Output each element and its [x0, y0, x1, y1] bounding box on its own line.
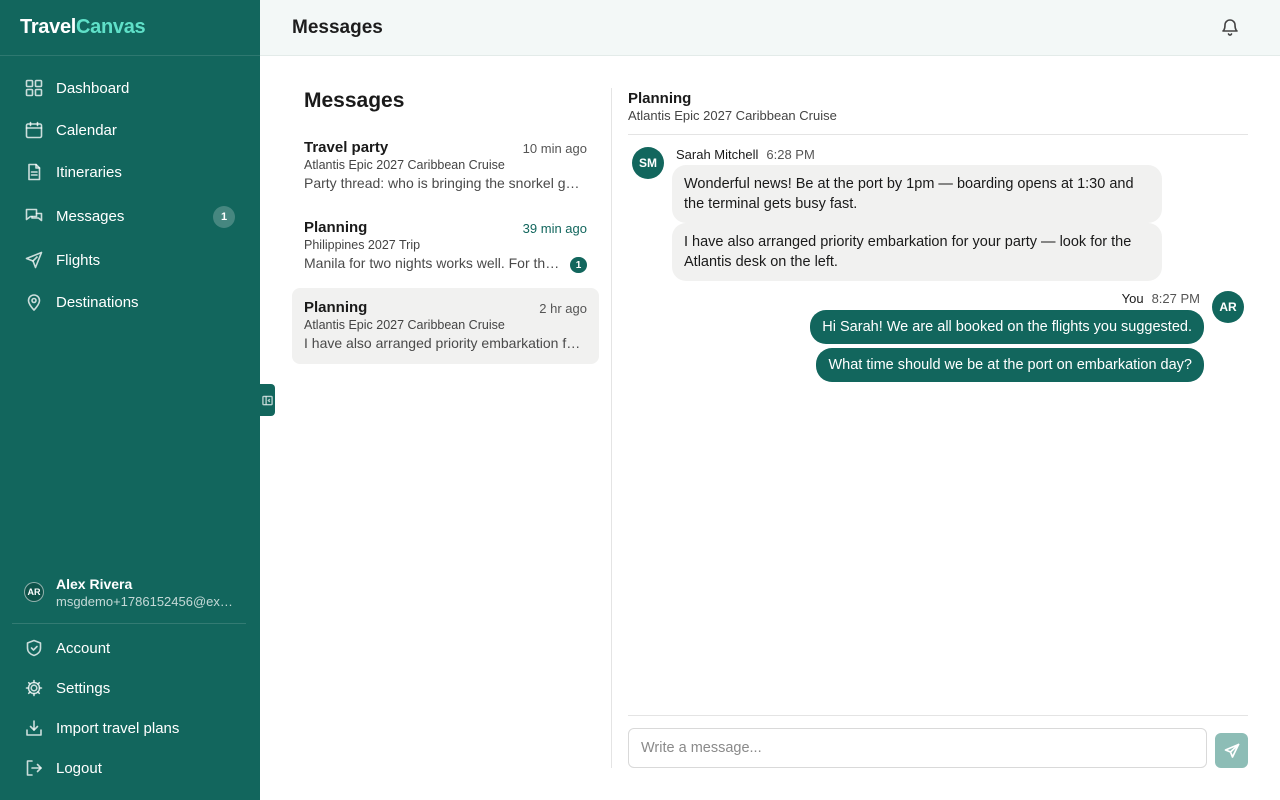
conversation-trip: Atlantis Epic 2027 Caribbean Cruise [304, 318, 505, 332]
sidebar-item-label: Account [56, 639, 111, 657]
document-icon [24, 162, 44, 182]
dashboard-icon [24, 78, 44, 98]
sidebar-item-label: Dashboard [56, 79, 130, 97]
sidebar-item-logout[interactable]: Logout [12, 750, 248, 786]
sidebar-item-label: Flights [56, 251, 101, 269]
avatar: AR [24, 582, 44, 602]
conversation-item[interactable]: Travel party 10 min ago Atlantis Epic 20… [292, 128, 599, 204]
logo-text-travel: Travel [20, 16, 77, 38]
conversation-time: 10 min ago [522, 141, 587, 156]
sidebar-item-label: Messages [56, 207, 125, 225]
conversation-preview: Party thread: who is bringing the snorke… [304, 175, 586, 191]
avatar: SM [632, 147, 664, 179]
sidebar-item-flights[interactable]: Flights [12, 242, 248, 278]
message-time: 6:28 PM [766, 147, 815, 162]
plane-icon [24, 250, 44, 270]
send-icon [1224, 743, 1239, 758]
sidebar-item-label: Destinations [56, 293, 139, 311]
collapse-icon [262, 395, 273, 405]
message-bubble-outgoing: Hi Sarah! We are all booked on the fligh… [810, 310, 1204, 344]
conversation-item-active[interactable]: Planning 2 hr ago Atlantis Epic 2027 Car… [292, 288, 599, 364]
conversation-list-title: Messages [304, 89, 405, 112]
sidebar-item-itineraries[interactable]: Itineraries [12, 154, 248, 190]
sidebar-item-label: Settings [56, 679, 111, 697]
divider [628, 134, 1248, 135]
user-email: msgdemo+1786152456@exa... [56, 594, 236, 609]
sidebar-item-destinations[interactable]: Destinations [12, 284, 248, 320]
message-meta: You 8:27 PM [1122, 291, 1200, 306]
sidebar-collapse-button[interactable] [260, 384, 275, 416]
sidebar-item-messages[interactable]: Messages 1 [12, 198, 248, 234]
message-meta: Sarah Mitchell 6:28 PM [676, 147, 815, 162]
sidebar-item-label: Calendar [56, 121, 117, 139]
conversation-preview: I have also arranged priority embarkatio… [304, 335, 586, 351]
divider [628, 715, 1248, 716]
map-pin-icon [24, 292, 44, 312]
top-bar: Messages [260, 0, 1280, 56]
import-icon [24, 718, 44, 738]
unread-badge: 1 [570, 257, 587, 273]
unread-count-badge: 1 [213, 206, 235, 228]
conversation-title: Planning [304, 219, 368, 236]
page-title: Messages [292, 17, 383, 38]
sidebar-item-dashboard[interactable]: Dashboard [12, 70, 248, 106]
message-time: 8:27 PM [1151, 291, 1200, 306]
chat-title: Planning [628, 90, 692, 107]
chat-icon [24, 206, 44, 226]
bell-icon[interactable] [1220, 17, 1240, 37]
avatar: AR [1212, 291, 1244, 323]
divider [12, 623, 246, 624]
calendar-icon [24, 120, 44, 140]
app-logo[interactable]: TravelCanvas [20, 16, 146, 39]
sidebar: TravelCanvas Dashboard Calendar Itinerar… [0, 0, 260, 800]
divider [0, 55, 260, 56]
conversation-preview: Manila for two nights works well. For th… [304, 255, 564, 271]
sidebar-item-import-travel-plans[interactable]: Import travel plans [12, 710, 248, 746]
sender-name: You [1121, 291, 1144, 306]
sender-name: Sarah Mitchell [676, 147, 759, 162]
conversation-time: 39 min ago [522, 221, 587, 236]
user-profile[interactable]: AR Alex Rivera msgdemo+1786152456@exa... [24, 574, 244, 614]
user-name: Alex Rivera [56, 576, 133, 592]
conversation-trip: Atlantis Epic 2027 Caribbean Cruise [304, 158, 505, 172]
conversation-item[interactable]: Planning 39 min ago Philippines 2027 Tri… [292, 208, 599, 284]
sidebar-item-label: Itineraries [56, 163, 122, 181]
sidebar-item-label: Logout [56, 759, 102, 777]
logout-icon [24, 758, 44, 778]
message-bubble-outgoing: What time should we be at the port on em… [816, 348, 1204, 382]
gear-icon [24, 678, 44, 698]
message-input[interactable] [628, 728, 1207, 768]
sidebar-item-calendar[interactable]: Calendar [12, 112, 248, 148]
conversation-title: Planning [304, 299, 368, 316]
conversation-trip: Philippines 2027 Trip [304, 238, 421, 252]
logo-text-canvas: Canvas [76, 16, 146, 38]
divider [611, 88, 612, 768]
message-bubble-incoming: I have also arranged priority embarkatio… [672, 223, 1162, 281]
message-bubble-incoming: Wonderful news! Be at the port by 1pm — … [672, 165, 1162, 223]
conversation-title: Travel party [304, 139, 389, 156]
sidebar-item-account[interactable]: Account [12, 630, 248, 666]
send-button[interactable] [1215, 733, 1248, 768]
sidebar-item-settings[interactable]: Settings [12, 670, 248, 706]
sidebar-item-label: Import travel plans [56, 719, 180, 737]
chat-trip-name: Atlantis Epic 2027 Caribbean Cruise [628, 108, 837, 123]
shield-icon [24, 638, 44, 658]
conversation-time: 2 hr ago [539, 301, 587, 316]
